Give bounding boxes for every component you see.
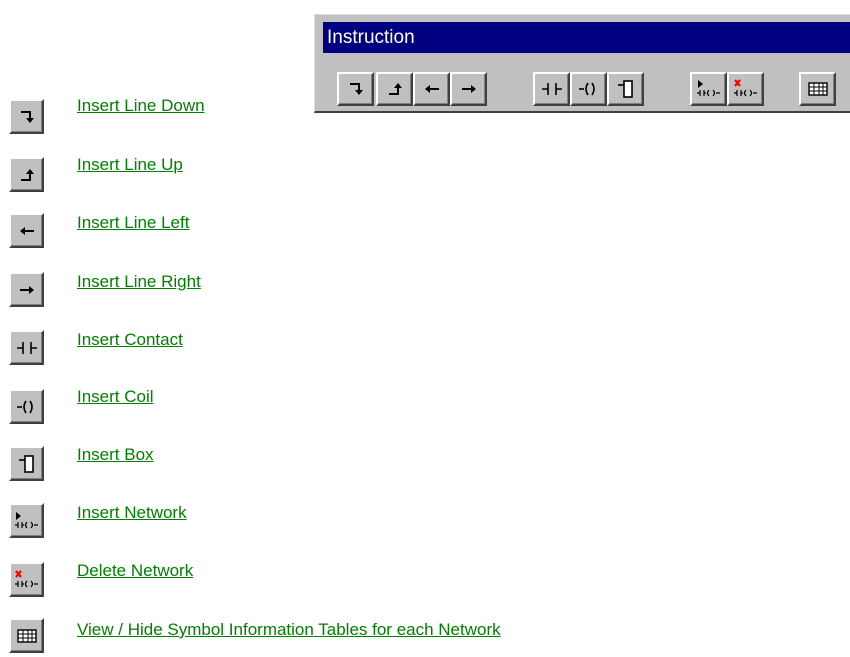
toolbar-line-up-button[interactable] <box>376 72 413 106</box>
contact-icon <box>16 341 37 354</box>
legend-box-button[interactable] <box>9 446 44 481</box>
toolbar-insert-network-button[interactable] <box>690 72 727 106</box>
legend-coil-button[interactable] <box>9 389 44 424</box>
coil-icon <box>578 82 595 96</box>
line-right-icon <box>461 85 476 93</box>
legend-contact-button[interactable] <box>9 330 44 365</box>
contact-icon <box>541 83 562 95</box>
legend-line-right-button[interactable] <box>9 272 44 307</box>
line-up-icon <box>20 168 34 181</box>
legend-line-down-button[interactable] <box>9 99 44 134</box>
toolbar-title[interactable]: Instruction <box>323 22 850 53</box>
insert-network-icon <box>696 80 720 97</box>
link-insert-box[interactable]: Insert Box <box>77 445 154 465</box>
toolbar-delete-network-button[interactable] <box>727 72 764 106</box>
line-right-icon <box>19 285 34 294</box>
toolbar-line-left-button[interactable] <box>413 72 450 106</box>
toolbar-box-button[interactable] <box>607 72 644 106</box>
link-insert-line-down[interactable]: Insert Line Down <box>77 96 205 116</box>
legend-line-left-button[interactable] <box>9 213 44 248</box>
legend-line-up-button[interactable] <box>9 157 44 192</box>
link-insert-line-right[interactable]: Insert Line Right <box>77 272 201 292</box>
line-left-icon <box>424 85 439 93</box>
symbol-table-icon <box>807 82 828 96</box>
line-up-icon <box>388 83 402 95</box>
link-insert-line-up[interactable]: Insert Line Up <box>77 155 183 175</box>
delete-network-icon <box>14 569 38 587</box>
delete-network-icon <box>733 79 757 97</box>
link-insert-line-left[interactable]: Insert Line Left <box>77 213 189 233</box>
toolbar-contact-button[interactable] <box>533 72 570 106</box>
toolbar-coil-button[interactable] <box>570 72 607 106</box>
symbol-table-icon <box>16 628 37 643</box>
link-insert-network[interactable]: Insert Network <box>77 503 187 523</box>
legend-insert-network-button[interactable] <box>9 503 44 538</box>
legend-delete-network-button[interactable] <box>9 562 44 597</box>
link-insert-coil[interactable]: Insert Coil <box>77 387 154 407</box>
toolbar-line-down-button[interactable] <box>337 72 374 106</box>
link-view-hide-symbol-tables[interactable]: View / Hide Symbol Information Tables fo… <box>77 620 501 640</box>
instruction-toolbar: Instruction <box>314 14 850 113</box>
line-left-icon <box>19 226 34 235</box>
box-icon <box>617 80 633 98</box>
link-delete-network[interactable]: Delete Network <box>77 561 193 581</box>
link-insert-contact[interactable]: Insert Contact <box>77 330 183 350</box>
toolbar-line-right-button[interactable] <box>450 72 487 106</box>
legend-symbol-table-button[interactable] <box>9 618 44 653</box>
coil-icon <box>16 400 33 413</box>
insert-network-icon <box>14 511 38 528</box>
line-down-icon <box>20 110 34 123</box>
box-icon <box>18 454 34 473</box>
toolbar-symbol-table-button[interactable] <box>799 72 836 106</box>
line-down-icon <box>349 83 363 95</box>
